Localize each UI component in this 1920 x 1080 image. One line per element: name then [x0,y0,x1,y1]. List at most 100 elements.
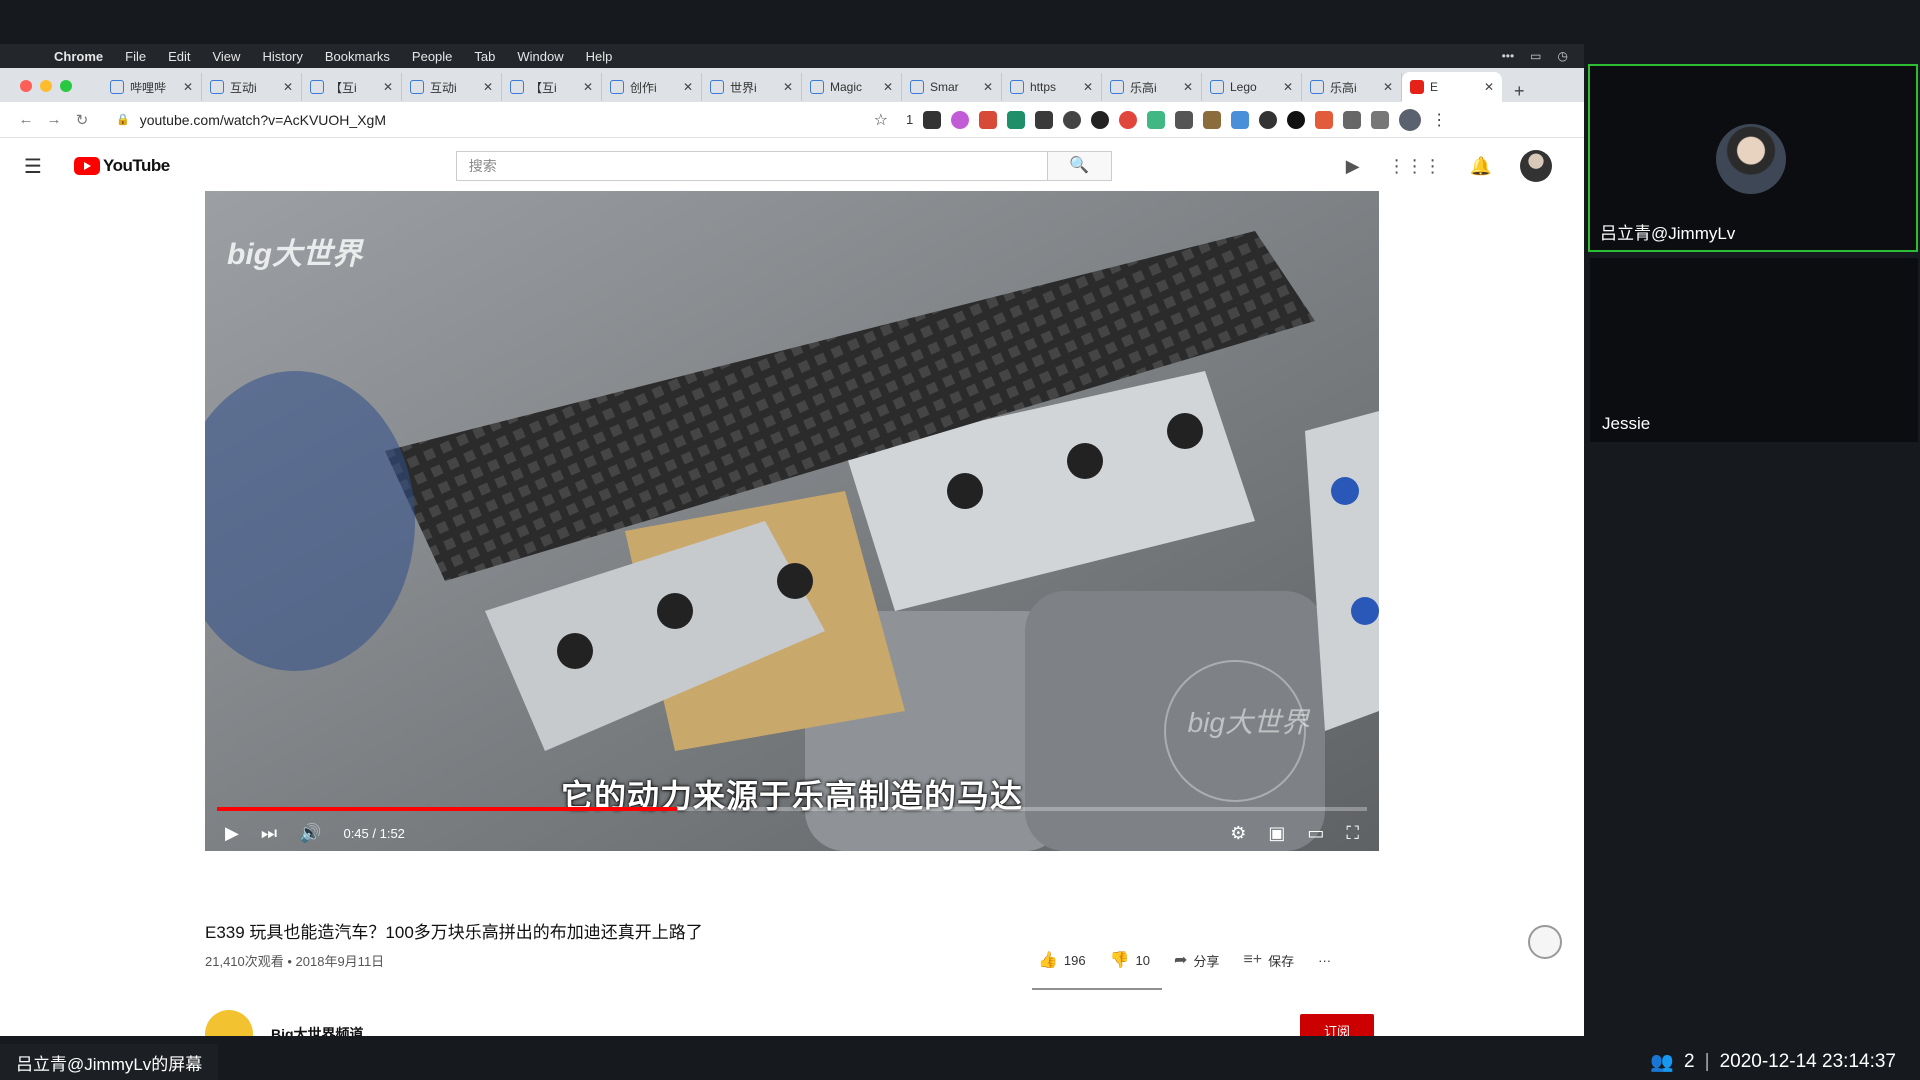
hamburger-menu-icon[interactable]: ☰ [24,154,52,179]
lock-icon[interactable]: 🔒 [116,113,130,126]
menu-edit[interactable]: Edit [168,49,190,64]
menu-people[interactable]: People [412,49,452,64]
new-tab-button[interactable]: + [1514,81,1525,102]
profile-avatar[interactable] [1399,108,1422,131]
more-actions-button[interactable]: ··· [1318,953,1331,968]
tab[interactable]: 互动i ✕ [202,73,302,101]
like-button[interactable]: 👍 196 [1038,950,1086,970]
tab[interactable]: Lego ✕ [1202,73,1302,101]
tab[interactable]: 世界i ✕ [702,73,802,101]
bookmark-star-icon[interactable]: ☆ [874,110,888,130]
floating-action-icon[interactable] [1528,925,1562,959]
menu-chrome[interactable]: Chrome [54,49,103,64]
participants-icon[interactable]: 👥 [1650,1050,1674,1074]
tab-close-icon[interactable]: ✕ [583,80,593,94]
play-icon[interactable]: ▶ [225,823,239,844]
extension-icon[interactable] [979,110,998,129]
tab-close-icon[interactable]: ✕ [1083,80,1093,94]
tab-close-icon[interactable]: ✕ [783,80,793,94]
extension-icon[interactable] [1091,110,1110,129]
channel-name[interactable]: Big大世界频道 [271,1024,364,1036]
search-icon[interactable]: 🔍 [1047,151,1112,181]
volume-icon[interactable]: 🔊 [299,823,321,844]
channel-avatar[interactable] [205,1010,253,1036]
tab-close-icon[interactable]: ✕ [383,80,393,94]
forward-button[interactable]: → [40,111,68,128]
extension-icon[interactable] [1007,110,1026,129]
menu-tab[interactable]: Tab [474,49,495,64]
menu-help[interactable]: Help [586,49,613,64]
zoom-window-button[interactable] [60,80,72,92]
theater-mode-icon[interactable]: ▭ [1307,823,1324,844]
tab[interactable]: 互动i ✕ [402,73,502,101]
minimize-window-button[interactable] [40,80,52,92]
video-player[interactable]: big大世界 big大世界 它的动力来源于乐高制造的马达 ▶ ⏭ 🔊 0:45 … [205,191,1379,851]
extension-icon[interactable] [1203,110,1222,129]
extension-icon[interactable] [1119,110,1138,129]
tab[interactable]: 乐高i ✕ [1302,73,1402,101]
close-window-button[interactable] [20,80,32,92]
extension-icon[interactable] [1259,110,1278,129]
display-icon[interactable]: ▭ [1530,49,1541,63]
menu-bookmarks[interactable]: Bookmarks [325,49,390,64]
fullscreen-icon[interactable]: ⛶ [1346,823,1359,844]
more-icon[interactable]: ••• [1502,49,1515,63]
miniplayer-icon[interactable]: ▣ [1268,823,1285,844]
tab-close-icon[interactable]: ✕ [683,80,693,94]
extension-icon[interactable] [1287,110,1306,129]
tab[interactable]: 哔哩哔 ✕ [102,73,202,101]
tab-close-icon[interactable]: ✕ [1484,80,1494,94]
clock-icon[interactable]: ◷ [1558,49,1568,63]
extension-icon[interactable] [923,110,942,129]
tab-close-icon[interactable]: ✕ [283,80,293,94]
tab[interactable]: 【互i ✕ [302,73,402,101]
tab-active[interactable]: E ✕ [1402,72,1502,102]
tab-close-icon[interactable]: ✕ [883,80,893,94]
tab-close-icon[interactable]: ✕ [183,80,193,94]
participant-tile-active[interactable]: 吕立青@JimmyLv [1588,64,1918,252]
video-progress-bar[interactable] [217,807,1367,811]
kebab-menu-icon[interactable]: ⋮ [1431,110,1447,130]
extension-icon[interactable] [1035,110,1054,129]
menu-file[interactable]: File [125,49,146,64]
save-button[interactable]: ≡+ 保存 [1243,951,1294,970]
create-video-icon[interactable]: ▶ [1346,156,1360,177]
subscribe-button[interactable]: 订阅 [1300,1014,1374,1036]
next-icon[interactable]: ⏭ [261,823,277,844]
extension-icon[interactable] [1231,110,1250,129]
menu-window[interactable]: Window [517,49,563,64]
search-input[interactable]: 搜索 [455,151,1048,181]
extension-icon[interactable] [1315,110,1334,129]
participant-tile[interactable]: Jessie [1590,258,1918,442]
reload-button[interactable]: ↻ [68,111,96,129]
tab-close-icon[interactable]: ✕ [483,80,493,94]
tab[interactable]: https ✕ [1002,73,1102,101]
address-bar[interactable]: 🔒 youtube.com/watch?v=AcKVUOH_XgM ☆ [108,106,888,134]
settings-gear-icon[interactable]: ⚙ [1230,823,1246,844]
tab[interactable]: 创作i ✕ [602,73,702,101]
account-avatar[interactable] [1520,150,1552,182]
tab-close-icon[interactable]: ✕ [983,80,993,94]
dislike-button[interactable]: 👎 10 [1110,950,1150,970]
menu-view[interactable]: View [212,49,240,64]
reading-list-icon[interactable] [1371,110,1390,129]
notifications-bell-icon[interactable]: 🔔 [1470,156,1492,177]
tab[interactable]: 【互i ✕ [502,73,602,101]
tab[interactable]: Smar ✕ [902,73,1002,101]
tab-close-icon[interactable]: ✕ [1383,80,1393,94]
back-button[interactable]: ← [12,111,40,128]
menu-history[interactable]: History [262,49,302,64]
tab-close-icon[interactable]: ✕ [1283,80,1293,94]
extension-icon[interactable] [1175,110,1194,129]
tab[interactable]: Magic ✕ [802,73,902,101]
tab[interactable]: 乐高i ✕ [1102,73,1202,101]
puzzle-icon[interactable] [1343,110,1362,129]
tab-close-icon[interactable]: ✕ [1183,80,1193,94]
youtube-logo[interactable]: YouTube [74,156,170,176]
extension-icon[interactable] [1147,110,1166,129]
extension-icon[interactable] [951,110,970,129]
apps-grid-icon[interactable]: ⋮⋮⋮ [1388,156,1442,177]
extension-counter[interactable]: 1 [906,112,913,127]
share-button[interactable]: ➦ 分享 [1174,950,1219,970]
extension-icon[interactable] [1063,110,1082,129]
